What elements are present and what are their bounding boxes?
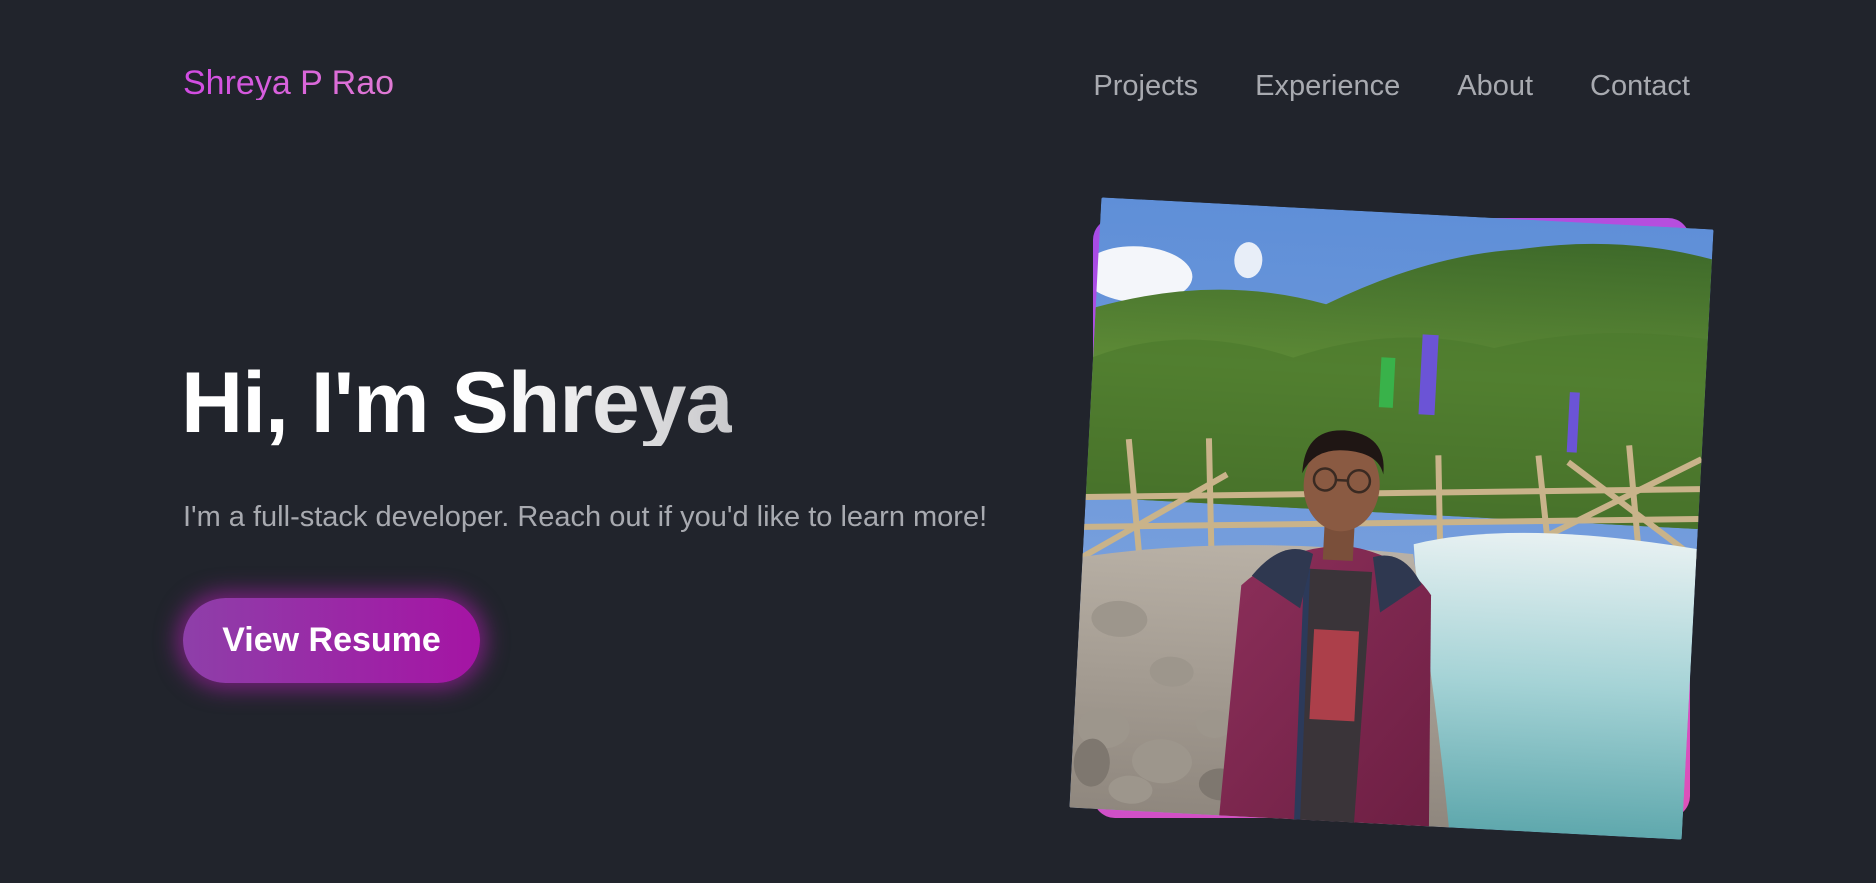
hero-title: Hi, I'm Shreya (181, 355, 733, 451)
nav-link-experience[interactable]: Experience (1255, 72, 1400, 101)
hero-subtitle: I'm a full-stack developer. Reach out if… (183, 501, 988, 533)
page: Shreya P Rao Projects Experience About C… (0, 0, 1876, 883)
profile-photo (1069, 197, 1714, 840)
nav-link-projects[interactable]: Projects (1093, 72, 1198, 101)
view-resume-button[interactable]: View Resume (183, 598, 480, 683)
site-logo[interactable]: Shreya P Rao (183, 66, 394, 100)
nav-link-about[interactable]: About (1457, 72, 1533, 101)
nav-link-contact[interactable]: Contact (1590, 72, 1690, 101)
main-nav: Projects Experience About Contact (1093, 72, 1690, 101)
